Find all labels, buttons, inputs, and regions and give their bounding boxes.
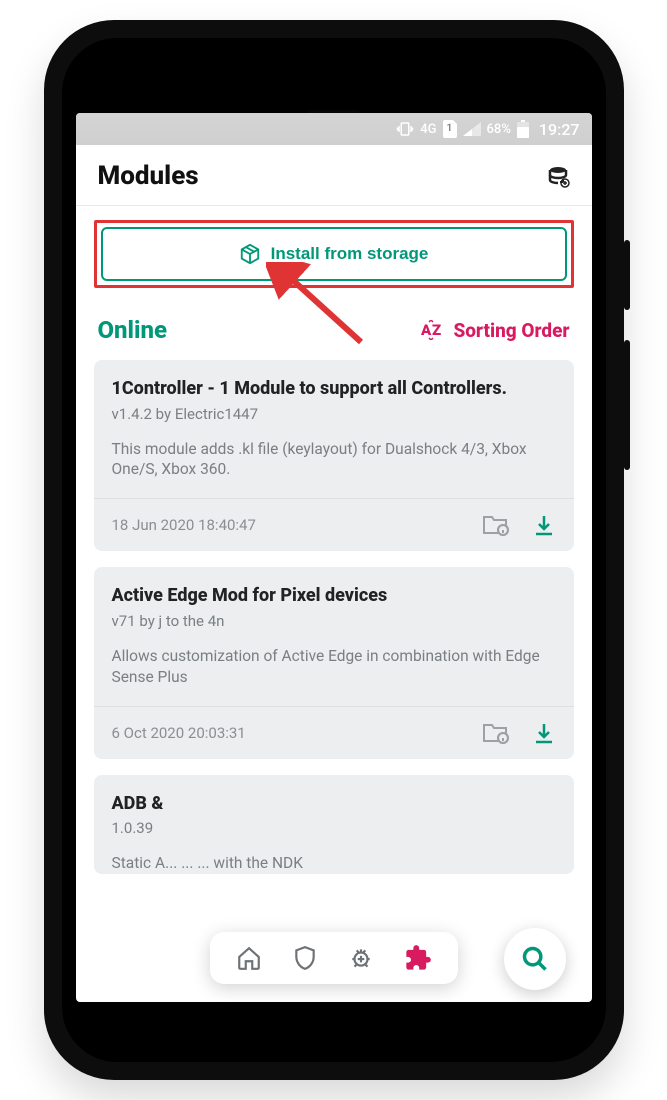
module-title: Active Edge Mod for Pixel devices bbox=[112, 585, 556, 608]
battery-pct: 68% bbox=[487, 122, 511, 137]
app-header: Modules bbox=[76, 145, 592, 206]
module-title: 1Controller - 1 Module to support all Co… bbox=[112, 378, 556, 401]
download-icon[interactable] bbox=[532, 721, 556, 745]
repo-icon[interactable] bbox=[546, 164, 570, 188]
module-card[interactable]: Active Edge Mod for Pixel devices v71 by… bbox=[94, 567, 574, 758]
module-desc: This module adds .kl file (keylayout) fo… bbox=[112, 439, 556, 481]
signal-icon bbox=[463, 122, 481, 136]
module-date: 6 Oct 2020 20:03:31 bbox=[112, 724, 246, 742]
sorting-order-button[interactable]: AZ Sorting Order bbox=[421, 319, 569, 342]
module-title: ADB & bbox=[112, 793, 556, 816]
home-icon[interactable] bbox=[236, 945, 262, 971]
sort-az-icon: AZ bbox=[421, 320, 445, 340]
vibrate-icon bbox=[396, 120, 414, 138]
download-icon[interactable] bbox=[532, 513, 556, 537]
bottom-nav bbox=[210, 932, 458, 984]
sort-label: Sorting Order bbox=[453, 319, 569, 342]
module-date: 18 Jun 2020 18:40:47 bbox=[112, 516, 256, 534]
shield-icon[interactable] bbox=[292, 945, 318, 971]
svg-text:A: A bbox=[421, 321, 432, 339]
battery-icon bbox=[517, 120, 529, 138]
module-card[interactable]: ADB & 1.0.39 Static A... ... ... with th… bbox=[94, 775, 574, 874]
module-meta: v1.4.2 by Electric1447 bbox=[112, 405, 556, 423]
module-meta: 1.0.39 bbox=[112, 819, 556, 837]
network-label: 4G bbox=[420, 122, 436, 137]
search-icon bbox=[521, 945, 549, 973]
clock: 19:27 bbox=[539, 120, 580, 139]
package-icon bbox=[239, 243, 261, 265]
sim-icon: 1 bbox=[443, 120, 457, 138]
info-folder-icon[interactable] bbox=[482, 721, 510, 745]
online-tab[interactable]: Online bbox=[98, 316, 168, 344]
info-folder-icon[interactable] bbox=[482, 513, 510, 537]
install-button-label: Install from storage bbox=[271, 244, 429, 264]
bug-icon[interactable] bbox=[348, 945, 374, 971]
module-desc: Allows customization of Active Edge in c… bbox=[112, 646, 556, 688]
install-from-storage-button[interactable]: Install from storage bbox=[101, 227, 567, 281]
status-bar: 4G 1 68% 19:27 bbox=[76, 113, 592, 145]
module-meta: v71 by j to the 4n bbox=[112, 612, 556, 630]
search-fab[interactable] bbox=[504, 928, 566, 990]
puzzle-icon[interactable] bbox=[404, 944, 432, 972]
highlight-annotation: Install from storage bbox=[94, 220, 574, 288]
page-title: Modules bbox=[98, 161, 199, 191]
module-card[interactable]: 1Controller - 1 Module to support all Co… bbox=[94, 360, 574, 551]
svg-text:Z: Z bbox=[432, 321, 441, 339]
module-desc: Static A... ... ... with the NDK bbox=[112, 853, 556, 874]
